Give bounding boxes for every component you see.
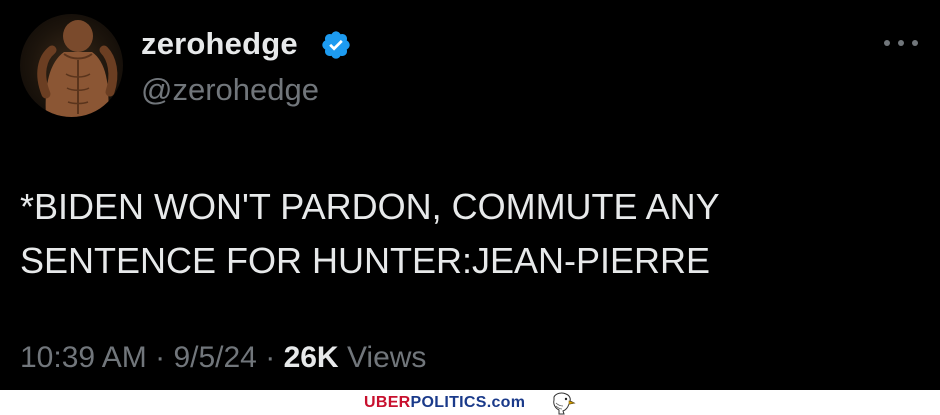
tweet-text: *BIDEN WON'T PARDON, COMMUTE ANY SENTENC… bbox=[20, 186, 720, 281]
meta-separator: · bbox=[265, 341, 276, 374]
meta-separator: · bbox=[155, 341, 166, 374]
views-count[interactable]: 26K bbox=[284, 341, 339, 374]
more-options-icon[interactable] bbox=[884, 33, 918, 53]
more-dot bbox=[912, 40, 918, 46]
watermark-brand: UBERPOLITICS.com bbox=[364, 394, 525, 412]
more-dot bbox=[884, 40, 890, 46]
more-dot bbox=[898, 40, 904, 46]
avatar[interactable] bbox=[20, 14, 123, 117]
watermark-bar: UBERPOLITICS.com bbox=[0, 390, 940, 415]
brand-part-politics: POLITICS.com bbox=[410, 394, 526, 411]
tweet-time[interactable]: 10:39 AM bbox=[20, 341, 147, 374]
display-name[interactable]: zerohedge bbox=[141, 26, 298, 62]
tweet-meta: 10:39 AM · 9/5/24 · 26K Views bbox=[20, 339, 426, 377]
views-label[interactable]: Views bbox=[347, 341, 426, 374]
verified-badge-icon[interactable] bbox=[320, 29, 352, 61]
eagle-icon bbox=[553, 392, 576, 415]
tweet-card: zerohedge @zerohedge *BIDEN WON'T PARDON… bbox=[0, 0, 940, 390]
user-handle[interactable]: @zerohedge bbox=[141, 72, 319, 108]
brand-part-uber: UBER bbox=[364, 394, 411, 411]
tweet-date[interactable]: 9/5/24 bbox=[173, 341, 256, 374]
